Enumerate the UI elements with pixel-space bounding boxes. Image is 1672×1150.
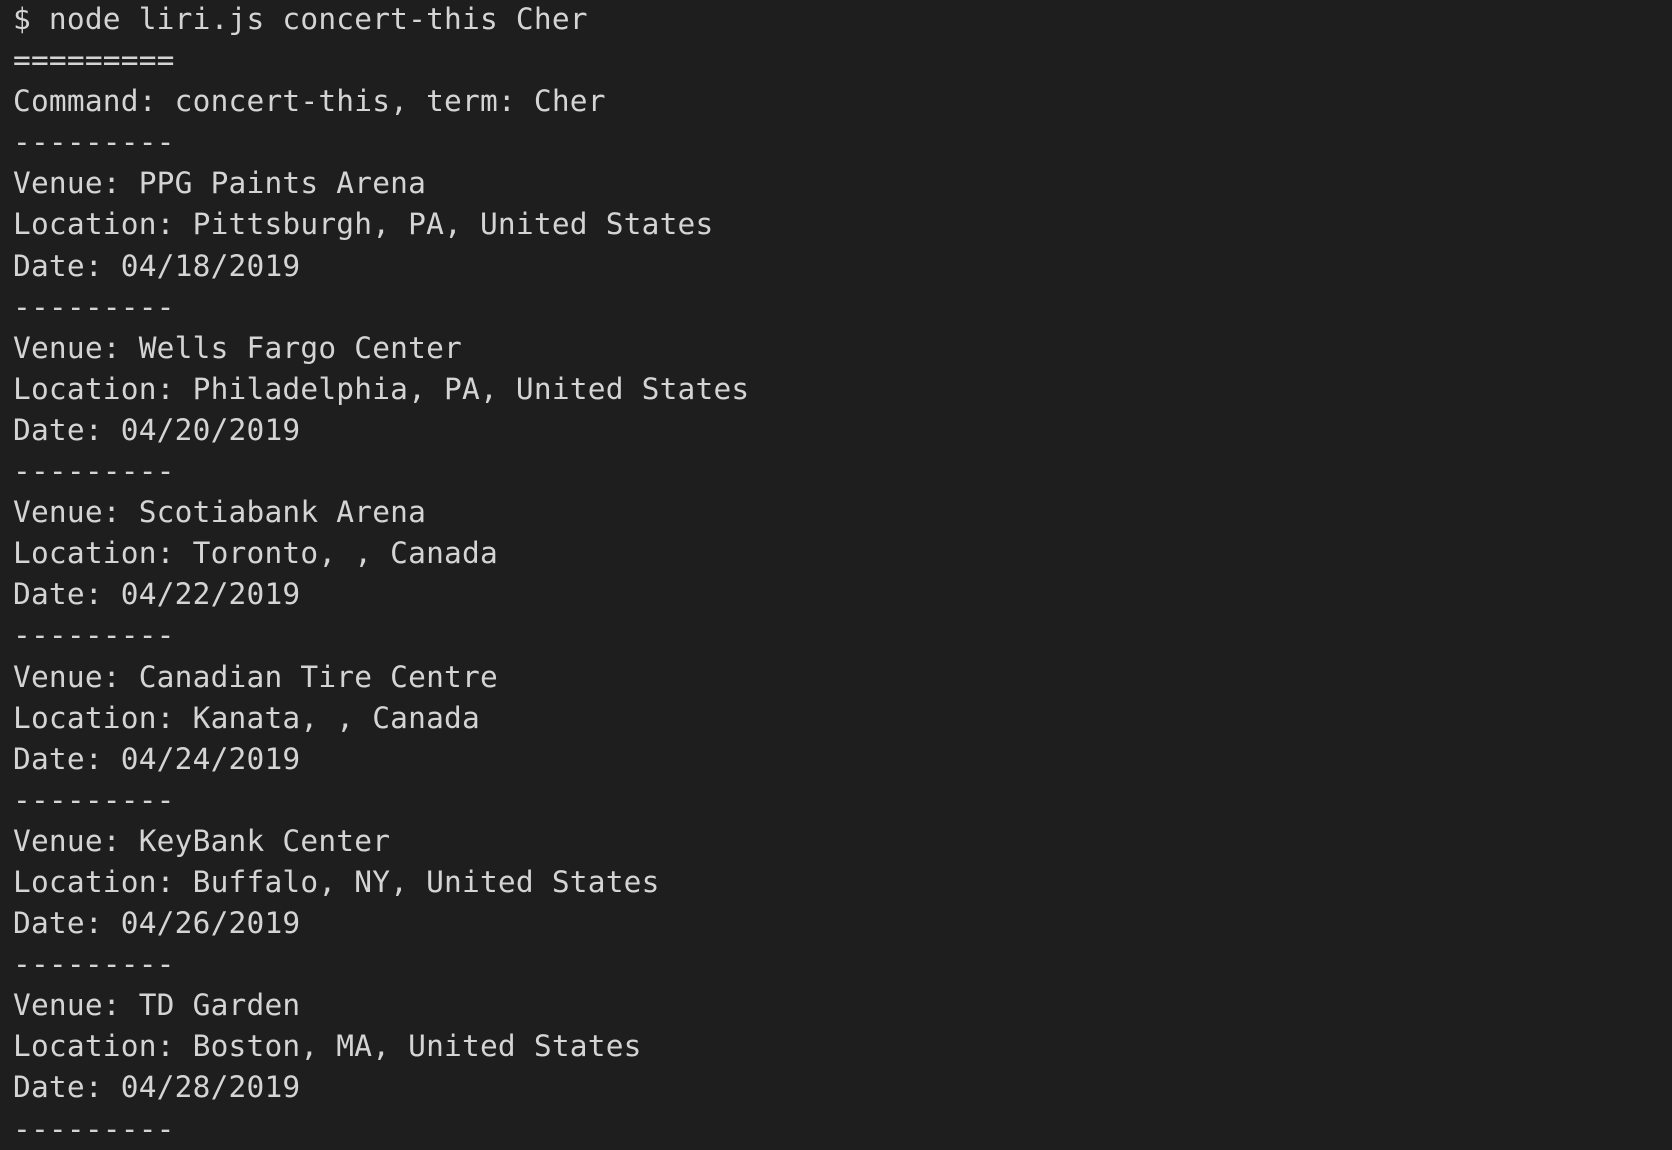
- event-date: Date: 04/26/2019: [13, 906, 301, 941]
- event-venue: Venue: Wells Fargo Center: [13, 330, 463, 365]
- separator-line: ---------: [13, 618, 175, 653]
- event-date: Date: 04/18/2019: [13, 248, 301, 283]
- event-date: Date: 04/20/2019: [13, 412, 301, 447]
- event-venue: Venue: Canadian Tire Centre: [13, 659, 498, 694]
- event-venue: Venue: PPG Paints Arena: [13, 166, 427, 201]
- terminal-output[interactable]: $ node liri.js concert-this Cher =======…: [0, 0, 1672, 1146]
- header-rule: =========: [13, 43, 175, 78]
- event-venue: Venue: TD Garden: [13, 988, 301, 1023]
- command-summary-line: Command: concert-this, term: Cher: [13, 84, 606, 119]
- event-venue: Venue: Scotiabank Arena: [13, 495, 427, 530]
- event-location: Location: Philadelphia, PA, United State…: [13, 371, 750, 406]
- event-date: Date: 04/22/2019: [13, 577, 301, 612]
- separator-line: ---------: [13, 289, 175, 324]
- event-location: Location: Boston, MA, United States: [13, 1029, 642, 1064]
- separator-line: ---------: [13, 782, 175, 817]
- event-venue: Venue: KeyBank Center: [13, 823, 391, 858]
- separator-line: ---------: [13, 1111, 175, 1146]
- separator-line: ---------: [13, 125, 175, 160]
- event-date: Date: 04/28/2019: [13, 1070, 301, 1105]
- prompt-command-line: $ node liri.js concert-this Cher: [13, 2, 588, 36]
- separator-line: ---------: [13, 947, 175, 982]
- event-location: Location: Pittsburgh, PA, United States: [13, 207, 714, 242]
- event-location: Location: Kanata, , Canada: [13, 700, 480, 735]
- event-location: Location: Toronto, , Canada: [13, 536, 498, 571]
- separator-line: ---------: [13, 454, 175, 489]
- event-date: Date: 04/24/2019: [13, 741, 301, 776]
- event-location: Location: Buffalo, NY, United States: [13, 864, 660, 899]
